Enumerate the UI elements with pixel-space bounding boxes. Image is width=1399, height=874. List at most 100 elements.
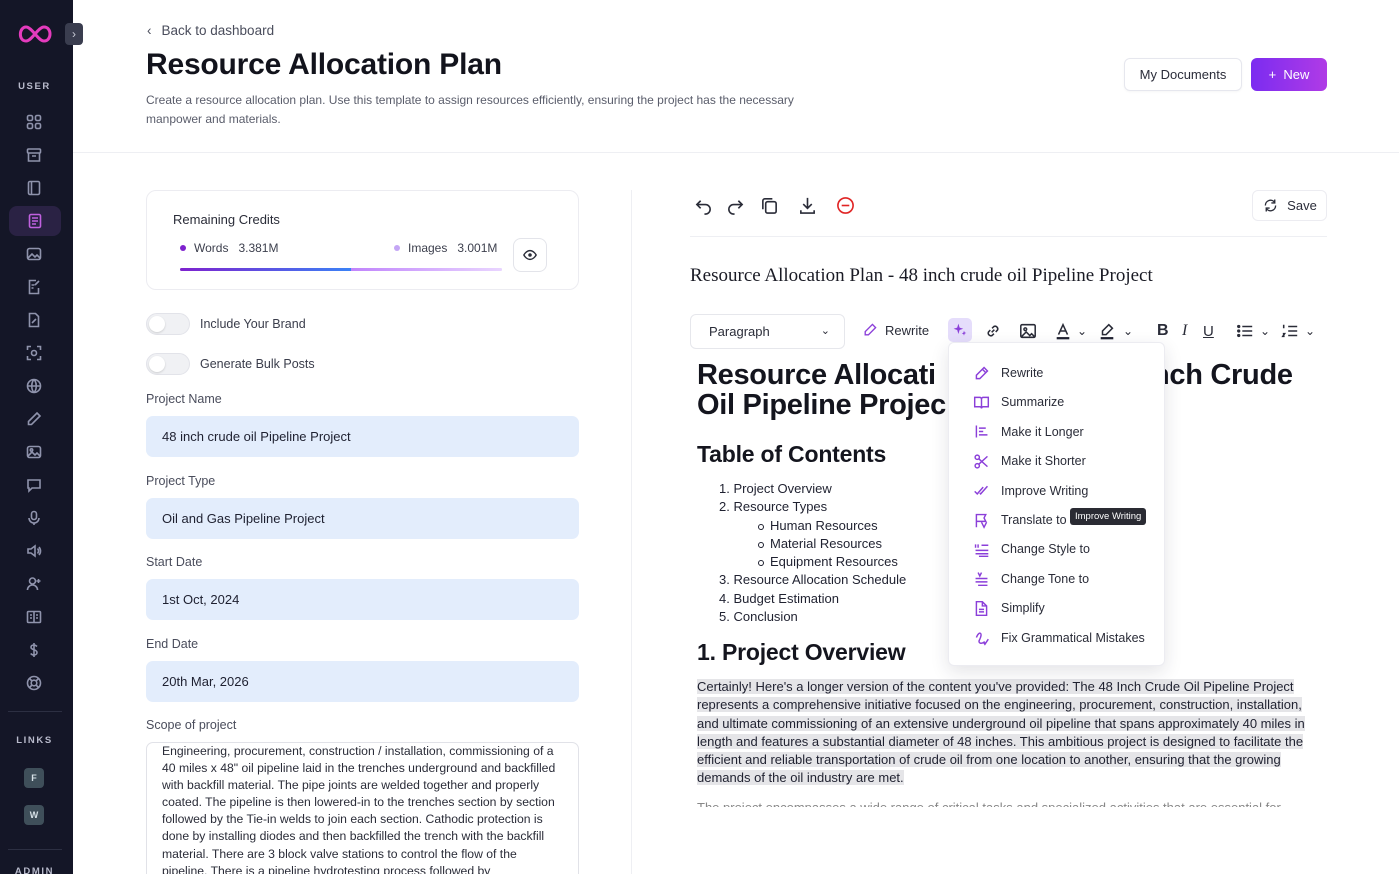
bulk-posts-toggle[interactable] bbox=[146, 353, 190, 375]
toc-subitem-text: Material Resources bbox=[770, 535, 882, 551]
chevron-down-icon[interactable]: ⌄ bbox=[1260, 320, 1270, 342]
translate-icon bbox=[975, 513, 988, 529]
heading-line2: Oil Pipeline Projec bbox=[697, 389, 946, 421]
include-brand-toggle-row: Include Your Brand bbox=[146, 313, 306, 335]
link-icon[interactable] bbox=[984, 320, 1002, 342]
undo-icon[interactable] bbox=[692, 194, 714, 216]
bold-icon[interactable]: B bbox=[1157, 320, 1169, 342]
rewrite-button[interactable]: Rewrite bbox=[862, 322, 929, 338]
image-icon[interactable] bbox=[22, 242, 46, 266]
start-date-input[interactable]: 1st Oct, 2024 bbox=[146, 579, 579, 620]
file-pen-icon[interactable] bbox=[22, 308, 46, 332]
toc-item[interactable]: 4. Budget Estimation bbox=[697, 590, 906, 608]
toc-item-text: Conclusion bbox=[733, 609, 798, 625]
credits-title: Remaining Credits bbox=[173, 212, 280, 227]
project-type-input[interactable]: Oil and Gas Pipeline Project bbox=[146, 498, 579, 539]
scan-icon[interactable] bbox=[22, 341, 46, 365]
paragraph-select[interactable]: Paragraph ⌄ bbox=[690, 314, 845, 349]
toc-item-number: 4. bbox=[719, 590, 730, 606]
user-plus-icon[interactable] bbox=[22, 572, 46, 596]
project-type-label: Project Type bbox=[146, 474, 216, 488]
ai-menu-item[interactable]: Fix Grammatical Mistakes bbox=[973, 628, 1145, 648]
toc-item[interactable]: 2. Resource Types bbox=[697, 498, 906, 516]
link-f-badge[interactable]: F bbox=[24, 768, 44, 788]
page-title: Resource Allocation Plan bbox=[146, 48, 502, 81]
images-progress-fill bbox=[350, 268, 502, 271]
archive-icon[interactable] bbox=[22, 143, 46, 167]
toc-item-text: Budget Estimation bbox=[733, 590, 839, 606]
app-logo-icon[interactable] bbox=[16, 22, 54, 46]
toc-subitem-text: Equipment Resources bbox=[770, 554, 898, 570]
ai-menu-item[interactable]: Translate to bbox=[973, 510, 1067, 530]
include-brand-label: Include Your Brand bbox=[200, 317, 306, 331]
redo-icon[interactable] bbox=[724, 194, 746, 216]
text-color-icon[interactable] bbox=[1054, 320, 1072, 342]
ai-menu-item-label: Improve Writing bbox=[1001, 483, 1089, 498]
italic-icon[interactable]: I bbox=[1182, 320, 1187, 342]
chevron-down-icon[interactable]: ⌄ bbox=[1077, 320, 1087, 342]
ai-menu-item[interactable]: Improve Writing bbox=[973, 481, 1088, 501]
link-w-badge[interactable]: W bbox=[24, 805, 44, 825]
sidebar-divider bbox=[8, 849, 62, 850]
toggle-visibility-button[interactable] bbox=[513, 238, 547, 272]
words-dot-icon bbox=[180, 245, 186, 251]
download-icon[interactable] bbox=[796, 194, 818, 216]
delete-icon[interactable] bbox=[834, 194, 856, 216]
ai-menu-item[interactable]: Rewrite bbox=[973, 363, 1043, 383]
pen-icon[interactable] bbox=[22, 407, 46, 431]
gallery-icon[interactable] bbox=[22, 440, 46, 464]
underline-icon[interactable]: U bbox=[1203, 320, 1214, 342]
ai-menu-item-label: Fix Grammatical Mistakes bbox=[1001, 630, 1145, 645]
project-name-input[interactable]: 48 inch crude oil Pipeline Project bbox=[146, 416, 579, 457]
book-open-icon[interactable] bbox=[22, 605, 46, 629]
highlight-icon[interactable] bbox=[1098, 320, 1116, 342]
ai-menu-item[interactable]: Simplify bbox=[973, 598, 1045, 618]
microphone-icon[interactable] bbox=[22, 506, 46, 530]
back-to-dashboard-link[interactable]: ‹ Back to dashboard bbox=[147, 23, 274, 38]
end-date-label: End Date bbox=[146, 637, 199, 651]
copy-icon[interactable] bbox=[758, 194, 780, 216]
book-icon[interactable] bbox=[22, 176, 46, 200]
toc-item[interactable]: Material Resources bbox=[697, 535, 906, 553]
bulk-posts-toggle-row: Generate Bulk Posts bbox=[146, 353, 315, 375]
bulk-posts-label: Generate Bulk Posts bbox=[200, 357, 315, 371]
chat-icon[interactable] bbox=[22, 473, 46, 497]
my-documents-button[interactable]: My Documents bbox=[1124, 58, 1242, 91]
chevron-down-icon[interactable]: ⌄ bbox=[1123, 320, 1133, 342]
sidebar-collapse-button[interactable]: › bbox=[65, 23, 83, 45]
document-icon[interactable] bbox=[9, 206, 61, 236]
words-credit: Words 3.381M bbox=[180, 241, 278, 255]
overview-paragraph[interactable]: Certainly! Here's a longer version of th… bbox=[697, 678, 1327, 788]
ai-sparkle-button[interactable] bbox=[948, 318, 972, 342]
end-date-input[interactable]: 20th Mar, 2026 bbox=[146, 661, 579, 702]
numbered-list-icon[interactable] bbox=[1281, 320, 1299, 342]
toc-item[interactable]: Human Resources bbox=[697, 517, 906, 535]
bullet-list-icon[interactable] bbox=[1236, 320, 1254, 342]
new-button[interactable]: + New bbox=[1251, 58, 1327, 91]
toc-item[interactable]: 3. Resource Allocation Schedule bbox=[697, 571, 906, 589]
ai-menu-item[interactable]: Make it Shorter bbox=[973, 451, 1086, 471]
save-button[interactable]: Save bbox=[1252, 190, 1327, 221]
dashboard-icon[interactable] bbox=[22, 110, 46, 134]
lifebuoy-icon[interactable] bbox=[22, 671, 46, 695]
ai-menu-item[interactable]: Make it Longer bbox=[973, 422, 1084, 442]
dollar-icon[interactable] bbox=[22, 638, 46, 662]
ai-menu-item[interactable]: Summarize bbox=[973, 392, 1064, 412]
www-icon[interactable] bbox=[22, 374, 46, 398]
toc-item[interactable]: Equipment Resources bbox=[697, 553, 906, 571]
toc-item-text: Resource Types bbox=[733, 499, 828, 515]
speaker-icon[interactable] bbox=[22, 539, 46, 563]
ai-menu-item[interactable]: Change Tone to bbox=[973, 569, 1089, 589]
document-title[interactable]: Resource Allocation Plan - 48 inch crude… bbox=[690, 265, 1153, 287]
document-edit-icon[interactable] bbox=[22, 275, 46, 299]
toc-item[interactable]: 1. Project Overview bbox=[697, 480, 906, 498]
toc-item[interactable]: 5. Conclusion bbox=[697, 608, 906, 626]
ai-menu-item[interactable]: Change Style to bbox=[973, 539, 1090, 559]
insert-image-icon[interactable] bbox=[1019, 320, 1037, 342]
chevron-down-icon[interactable]: ⌄ bbox=[1305, 320, 1315, 342]
include-brand-toggle[interactable] bbox=[146, 313, 190, 335]
pen-icon bbox=[975, 366, 989, 379]
table-of-contents: 1. Project Overview 2. Resource Types Huma… bbox=[697, 480, 906, 626]
tone-icon bbox=[975, 572, 988, 587]
scope-textarea[interactable]: Engineering, procurement, construction /… bbox=[146, 742, 579, 874]
